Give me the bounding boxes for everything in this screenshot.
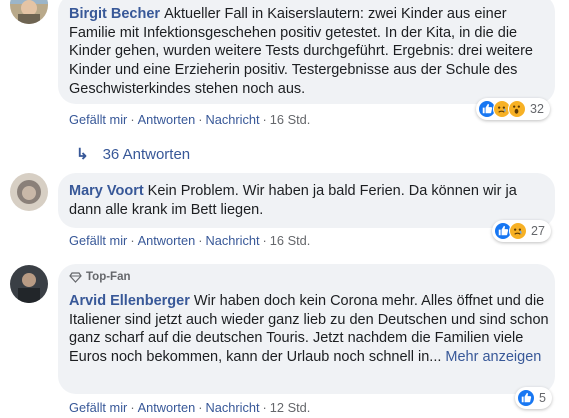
comment-body: Arvid Ellenberger Wir haben doch kein Cor… [69,292,549,367]
replies-count-label[interactable]: 36 Antworten [103,146,191,163]
comment-actions: Gefällt mir · Antworten · Nachricht · 16 Std. [69,112,311,127]
avatar[interactable] [10,265,48,303]
sad-reaction-icon [509,222,527,240]
avatar[interactable] [10,0,48,24]
avatar[interactable] [10,173,48,211]
message-button[interactable]: Nachricht [205,400,259,415]
like-reaction-icon [517,389,535,407]
like-button[interactable]: Gefällt mir [69,233,127,248]
view-replies-link[interactable]: ↳ 36 Antworten [76,145,190,163]
show-more-link[interactable]: Mehr anzeigen [445,349,541,365]
reaction-summary[interactable]: 32 [476,98,550,120]
comment-timestamp[interactable]: 16 Std. [270,233,311,248]
top-fan-label: Top-Fan [86,271,131,283]
message-button[interactable]: Nachricht [205,233,259,248]
reply-button[interactable]: Antworten [138,400,196,415]
comment-timestamp[interactable]: 16 Std. [270,112,311,127]
diamond-icon [69,271,82,283]
top-fan-badge[interactable]: Top-Fan [69,271,131,283]
comment-timestamp[interactable]: 12 Std. [270,400,311,415]
reaction-summary[interactable]: 27 [492,220,551,242]
reaction-summary[interactable]: 5 [515,387,552,409]
comment-body: Mary Voort Kein Problem. Wir haben ja bal… [69,182,549,219]
reply-button[interactable]: Antworten [138,112,196,127]
reaction-count: 5 [539,391,546,405]
comment-author[interactable]: Mary Voort [69,183,144,199]
reaction-count: 32 [530,102,544,116]
reply-button[interactable]: Antworten [138,233,196,248]
comment-body: Birgit Becher Aktueller Fall in Kaisersla… [69,5,549,99]
wow-reaction-icon [508,100,526,118]
comment-actions: Gefällt mir · Antworten · Nachricht · 16 Std. [69,233,311,248]
comment-actions: Gefällt mir · Antworten · Nachricht · 12 Std. [69,400,311,415]
comment-author[interactable]: Birgit Becher [69,6,160,22]
like-button[interactable]: Gefällt mir [69,112,127,127]
reaction-count: 27 [531,224,545,238]
comment-author[interactable]: Arvid Ellenberger [69,293,190,309]
reply-arrow-icon: ↳ [76,146,89,163]
message-button[interactable]: Nachricht [205,112,259,127]
like-button[interactable]: Gefällt mir [69,400,127,415]
